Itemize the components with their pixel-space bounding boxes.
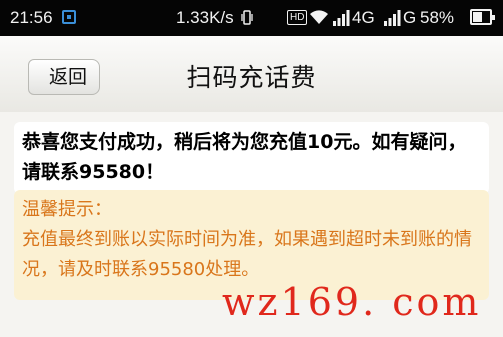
status-time: 21:56 xyxy=(10,8,53,27)
page-title: 扫码充话费 xyxy=(186,63,317,92)
battery-icon xyxy=(470,9,495,25)
network-type-1: 4G xyxy=(352,8,375,27)
app-notification-icon xyxy=(62,10,76,24)
vibrate-icon xyxy=(241,10,253,25)
success-message-box: 恭喜您支付成功，稍后将为您充值10元。如有疑问，请联系95580！ xyxy=(14,122,489,194)
network-type-2: G xyxy=(403,8,417,27)
signal-icon-2 xyxy=(384,10,401,26)
tip-body: 充值最终到账以实际时间为准，如果遇到超时未到账的情况，请及时联系95580处理。 xyxy=(22,229,472,280)
wifi-icon xyxy=(310,10,328,24)
battery-percent: 58% xyxy=(420,8,455,27)
nav-bar: 返回 扫码充话费 xyxy=(0,36,503,112)
watermark: wz169. com xyxy=(222,280,482,324)
status-bar: 21:56 1.33K/s HD 4G G 58% xyxy=(0,0,503,36)
network-speed: 1.33K/s xyxy=(176,8,234,27)
tip-title: 温馨提示： xyxy=(22,199,112,220)
success-message: 恭喜您支付成功，稍后将为您充值10元。如有疑问，请联系95580！ xyxy=(22,131,467,183)
signal-icon-1 xyxy=(333,10,350,26)
hd-voice-icon: HD xyxy=(287,10,308,25)
